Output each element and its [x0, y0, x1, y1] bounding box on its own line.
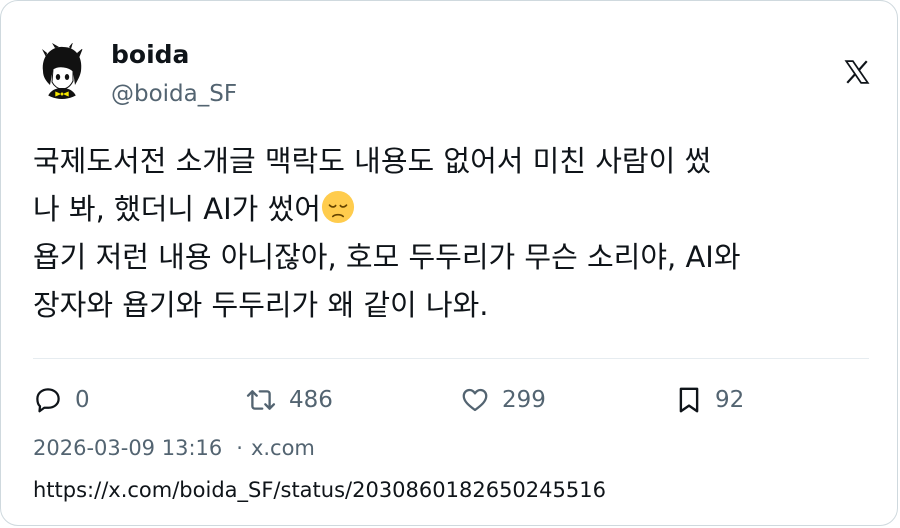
bookmark-icon [675, 385, 703, 415]
heart-icon [460, 385, 490, 415]
reply-icon [33, 385, 63, 415]
reply-button[interactable]: 0 [33, 383, 90, 417]
disappointed-face-emoji-icon [321, 190, 355, 224]
x-logo-icon[interactable] [844, 59, 870, 85]
repost-button[interactable]: 486 [245, 383, 333, 417]
tweet-line: 욥기 저런 내용 아니잖아, 호모 두두리가 무슨 소리야, AI와 [33, 240, 741, 274]
tweet-line-text: 나 봐, 했더니 AI가 썼어 [33, 192, 321, 226]
like-button[interactable]: 299 [460, 383, 546, 417]
bookmark-button[interactable]: 92 [675, 383, 744, 417]
display-name[interactable]: boida [111, 39, 189, 71]
avatar[interactable] [33, 41, 91, 99]
tweet-text: 국제도서전 소개글 맥락도 내용도 없어서 미친 사람이 썼 나 봐, 했더니 … [33, 137, 873, 329]
tweet-line: 국제도서전 소개글 맥락도 내용도 없어서 미친 사람이 썼 [33, 144, 712, 178]
reply-count: 0 [75, 387, 90, 413]
timestamp[interactable]: 2026-03-09 13:16 [33, 436, 222, 460]
divider [33, 358, 869, 359]
tweet-line: 장자와 욥기와 두두리가 왜 같이 나와. [33, 288, 489, 322]
repost-icon [245, 385, 277, 415]
like-count: 299 [502, 387, 546, 413]
tweet-url[interactable]: https://x.com/boida_SF/status/2030860182… [33, 475, 606, 505]
user-handle[interactable]: @boida_SF [111, 79, 237, 109]
meta-separator: · [236, 436, 243, 460]
tweet-line-with-emoji: 나 봐, 했더니 AI가 썼어 [33, 185, 873, 233]
avatar-illustration [33, 41, 91, 99]
tweet-card: boida @boida_SF 국제도서전 소개글 맥락도 내용도 없어서 미친… [0, 0, 898, 526]
source-domain[interactable]: x.com [251, 436, 315, 460]
repost-count: 486 [289, 387, 333, 413]
bookmark-count: 92 [715, 387, 745, 413]
tweet-meta: 2026-03-09 13:16 · x.com [33, 433, 315, 463]
